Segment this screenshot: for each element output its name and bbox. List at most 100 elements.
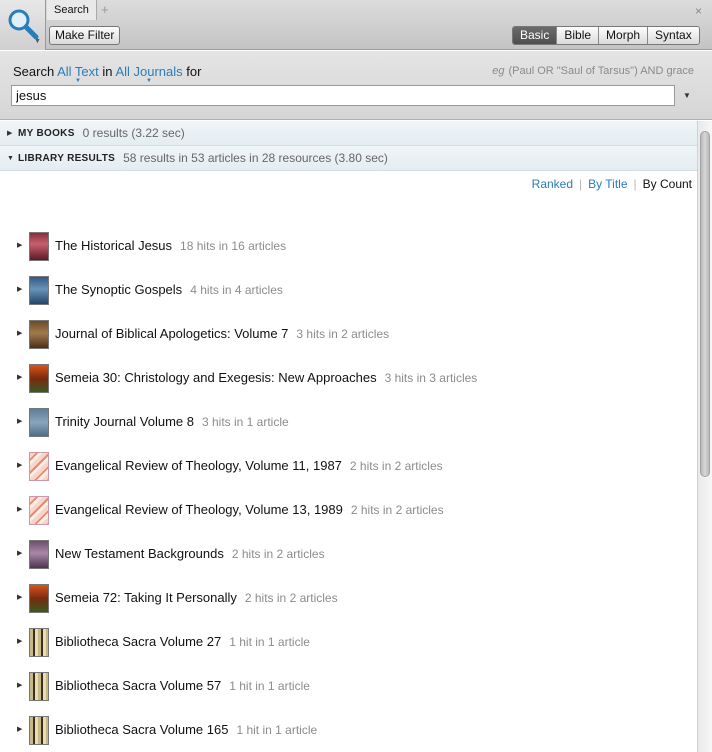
hit-count: 2 hits in 2 articles <box>244 591 338 605</box>
section-summary: 0 results (3.22 sec) <box>82 126 185 140</box>
hit-count: 1 hit in 1 article <box>229 635 310 649</box>
result-title[interactable]: Trinity Journal Volume 83 hits in 1 arti… <box>55 414 289 429</box>
collection-dropdown[interactable]: All Journals ▼ <box>115 64 182 84</box>
result-item[interactable]: ▶ Evangelical Review of Theology, Volume… <box>0 488 697 532</box>
result-title[interactable]: The Historical Jesus 18 hits in 16 articl… <box>55 238 286 253</box>
magnifier-icon <box>8 9 39 40</box>
result-title[interactable]: Bibliotheca Sacra Volume 57 1 hit in 1 ar… <box>55 678 310 693</box>
book-cover-icon <box>29 320 49 349</box>
chevron-down-icon: ▼ <box>146 78 152 84</box>
hit-count: 4 hits in 4 articles <box>190 283 283 297</box>
search-scope-line: Search All Text ▼ in All Journals ▼ for <box>13 64 202 84</box>
result-title[interactable]: Semeia 72: Taking It Personally 2 hits in… <box>55 590 338 605</box>
book-cover-icon <box>29 408 49 437</box>
result-title[interactable]: New Testament Backgrounds 2 hits in 2 art… <box>55 546 325 561</box>
expand-triangle-icon[interactable]: ▶ <box>17 637 22 645</box>
mode-basic-button[interactable]: Basic <box>513 27 557 44</box>
make-filter-button[interactable]: Make Filter <box>49 26 121 45</box>
chevron-down-icon: ▼ <box>74 78 81 84</box>
expand-triangle-icon[interactable]: ▶ <box>17 725 22 733</box>
book-cover-icon <box>29 452 49 481</box>
expand-triangle-icon[interactable]: ▶ <box>17 505 22 513</box>
section-summary: 58 results in 53 articles in 28 resource… <box>123 151 388 165</box>
divider: | <box>633 177 637 191</box>
expand-triangle-icon[interactable]: ▶ <box>17 373 22 381</box>
result-item[interactable]: ▶ Bibliotheca Sacra Volume 57 1 hit in 1 … <box>0 664 697 708</box>
chevron-down-icon[interactable]: ▼ <box>34 38 41 45</box>
expand-triangle-icon[interactable]: ▶ <box>17 549 22 557</box>
hit-count: 3 hits in 3 articles <box>384 371 478 385</box>
section-title: MY BOOKS <box>18 127 75 139</box>
expanded-triangle-icon: ▼ <box>7 154 14 162</box>
result-item[interactable]: ▶ Bibliotheca Sacra Volume 165 1 hit in 1… <box>0 708 697 752</box>
search-prefix-label: Search <box>13 64 55 79</box>
search-query-panel: Search All Text ▼ in All Journals ▼ for eg… <box>0 51 712 120</box>
sort-ranked-link[interactable]: Ranked <box>532 177 573 191</box>
for-label: for <box>186 64 202 79</box>
scope-dropdown[interactable]: All Text ▼ <box>57 64 99 84</box>
book-cover-icon <box>29 716 49 745</box>
result-item[interactable]: ▶ Journal of Biblical Apologetics: Volum… <box>0 312 697 356</box>
search-mode-selector: Basic Bible Morph Syntax <box>512 26 700 45</box>
result-item[interactable]: ▶ Semeia 72: Taking It Personally 2 hits … <box>0 576 697 620</box>
hit-count: 2 hits in 2 articles <box>349 459 443 473</box>
tab-search[interactable]: Search <box>47 0 97 20</box>
expand-triangle-icon[interactable]: ▶ <box>17 241 22 249</box>
search-example-hint: eg (Paul OR "Saul of Tarsus") AND grace <box>492 65 694 77</box>
expand-triangle-icon[interactable]: ▶ <box>17 285 22 293</box>
result-title[interactable]: The Synoptic Gospels 4 hits in 4 articles <box>55 282 283 297</box>
result-item[interactable]: ▶ The Synoptic Gospels 4 hits in 4 articl… <box>0 268 697 312</box>
book-cover-icon <box>29 232 49 261</box>
mode-morph-button[interactable]: Morph <box>598 27 648 44</box>
expand-triangle-icon[interactable]: ▶ <box>17 681 22 689</box>
expand-triangle-icon[interactable]: ▶ <box>17 417 22 425</box>
book-cover-icon <box>29 276 49 305</box>
hit-count: 3 hits in 2 articles <box>296 327 390 341</box>
hit-count: 2 hits in 2 articles <box>350 503 444 517</box>
results-pane: ▶ MY BOOKS 0 results (3.22 sec) ▼ LIBRAR… <box>0 121 697 752</box>
book-cover-icon <box>29 364 49 393</box>
hit-count: 18 hits in 16 articles <box>180 239 287 253</box>
result-item[interactable]: ▶ Trinity Journal Volume 83 hits in 1 ar… <box>0 400 697 444</box>
in-label: in <box>102 64 113 79</box>
result-item[interactable]: ▶ Bibliotheca Sacra Volume 27 1 hit in 1 … <box>0 620 697 664</box>
result-item[interactable]: ▶ Evangelical Review of Theology, Volume… <box>0 444 697 488</box>
section-title: LIBRARY RESULTS <box>18 152 116 164</box>
result-item[interactable]: ▶ The Historical Jesus 18 hits in 16 arti… <box>0 224 697 268</box>
result-title[interactable]: Semeia 30: Christology and Exegesis: New… <box>55 370 477 385</box>
divider: | <box>579 177 583 191</box>
result-title[interactable]: Evangelical Review of Theology, Volume 1… <box>55 458 443 473</box>
sort-by-title-link[interactable]: By Title <box>588 177 627 191</box>
hit-count: 1 hit in 1 article <box>236 723 318 737</box>
close-icon[interactable]: × <box>695 4 702 18</box>
result-title[interactable]: Evangelical Review of Theology, Volume 1… <box>55 502 444 517</box>
result-title[interactable]: Bibliotheca Sacra Volume 27 1 hit in 1 ar… <box>55 634 310 649</box>
expand-triangle-icon[interactable]: ▶ <box>17 461 22 469</box>
sort-options: Ranked | By Title | By Count <box>532 177 692 191</box>
hit-count: 1 hit in 1 article <box>229 679 310 693</box>
collapsed-triangle-icon: ▶ <box>7 130 13 137</box>
result-item[interactable]: ▶ Semeia 30: Christology and Exegesis: N… <box>0 356 697 400</box>
vertical-scrollbar[interactable] <box>697 121 712 752</box>
expand-triangle-icon[interactable]: ▶ <box>17 329 22 337</box>
expand-triangle-icon[interactable]: ▶ <box>17 593 22 601</box>
book-cover-icon <box>29 584 49 613</box>
book-cover-icon <box>29 540 49 569</box>
mode-syntax-button[interactable]: Syntax <box>647 27 699 44</box>
search-tool-button[interactable]: ▼ <box>0 0 46 50</box>
toolbar: ▼ Search + × Make Filter Basic Bible Mor… <box>0 0 712 50</box>
mode-bible-button[interactable]: Bible <box>556 27 599 44</box>
book-cover-icon <box>29 628 49 657</box>
search-input[interactable] <box>11 85 675 106</box>
search-history-dropdown-icon[interactable]: ▼ <box>683 91 691 100</box>
result-title[interactable]: Bibliotheca Sacra Volume 165 1 hit in 1 a… <box>55 722 317 737</box>
result-list: ▶ The Historical Jesus 18 hits in 16 arti… <box>0 224 697 752</box>
book-cover-icon <box>29 672 49 701</box>
add-tab-icon[interactable]: + <box>101 2 109 17</box>
library-results-section-header[interactable]: ▼ LIBRARY RESULTS 58 results in 53 artic… <box>0 146 697 171</box>
my-books-section-header[interactable]: ▶ MY BOOKS 0 results (3.22 sec) <box>0 121 697 146</box>
scrollbar-thumb[interactable] <box>700 131 710 477</box>
result-title[interactable]: Journal of Biblical Apologetics: Volume … <box>55 326 389 341</box>
result-item[interactable]: ▶ New Testament Backgrounds 2 hits in 2 a… <box>0 532 697 576</box>
sort-by-count-link[interactable]: By Count <box>643 177 692 191</box>
